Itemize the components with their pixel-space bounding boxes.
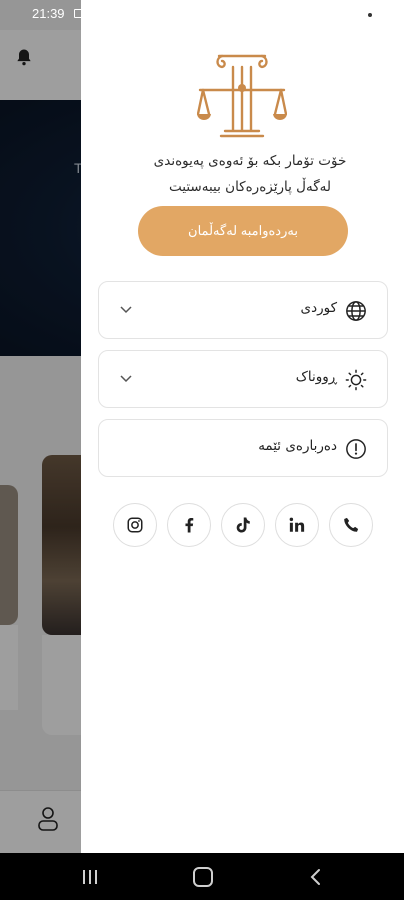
chevron-down-icon bbox=[120, 306, 132, 314]
sun-icon bbox=[345, 369, 367, 391]
theme-label: ڕووناک bbox=[295, 369, 337, 385]
about-us-label: دەربارەی ئێمە bbox=[258, 438, 337, 454]
instagram-icon bbox=[127, 517, 143, 533]
continue-with-us-button[interactable]: بەردەوامبە لەگەڵمان bbox=[138, 206, 348, 256]
about-us-row[interactable]: دەربارەی ئێمە bbox=[98, 419, 388, 477]
tiktok-icon bbox=[236, 517, 250, 533]
language-label: کوردی bbox=[300, 300, 338, 316]
tiktok-button[interactable] bbox=[221, 503, 265, 547]
system-navigation-bar bbox=[0, 853, 404, 900]
status-dot bbox=[368, 13, 372, 17]
globe-icon bbox=[346, 301, 366, 321]
recent-apps-icon[interactable] bbox=[80, 869, 100, 885]
linkedin-button[interactable] bbox=[275, 503, 319, 547]
chevron-down-icon bbox=[120, 375, 132, 383]
phone-icon bbox=[344, 517, 359, 532]
back-icon[interactable] bbox=[308, 867, 324, 887]
law-pillar-scales-logo bbox=[197, 54, 287, 138]
home-button[interactable] bbox=[193, 867, 213, 887]
facebook-button[interactable] bbox=[167, 503, 211, 547]
tagline-line: لەگەڵ پارێزەرەکان بیبەستیت bbox=[169, 179, 331, 195]
phone-button[interactable] bbox=[329, 503, 373, 547]
theme-row[interactable]: ڕووناک bbox=[98, 350, 388, 408]
tagline-line: خۆت تۆمار بکە بۆ ئەوەی پەیوەندی bbox=[153, 153, 347, 169]
linkedin-icon bbox=[289, 517, 305, 532]
info-icon bbox=[346, 439, 366, 459]
instagram-button[interactable] bbox=[113, 503, 157, 547]
facebook-icon bbox=[185, 518, 194, 533]
drawer-tagline: خۆت تۆمار بکە بۆ ئەوەی پەیوەندی لەگەڵ پا… bbox=[110, 148, 390, 200]
language-row[interactable]: کوردی bbox=[98, 281, 388, 339]
status-time: 21:39 bbox=[32, 6, 65, 21]
